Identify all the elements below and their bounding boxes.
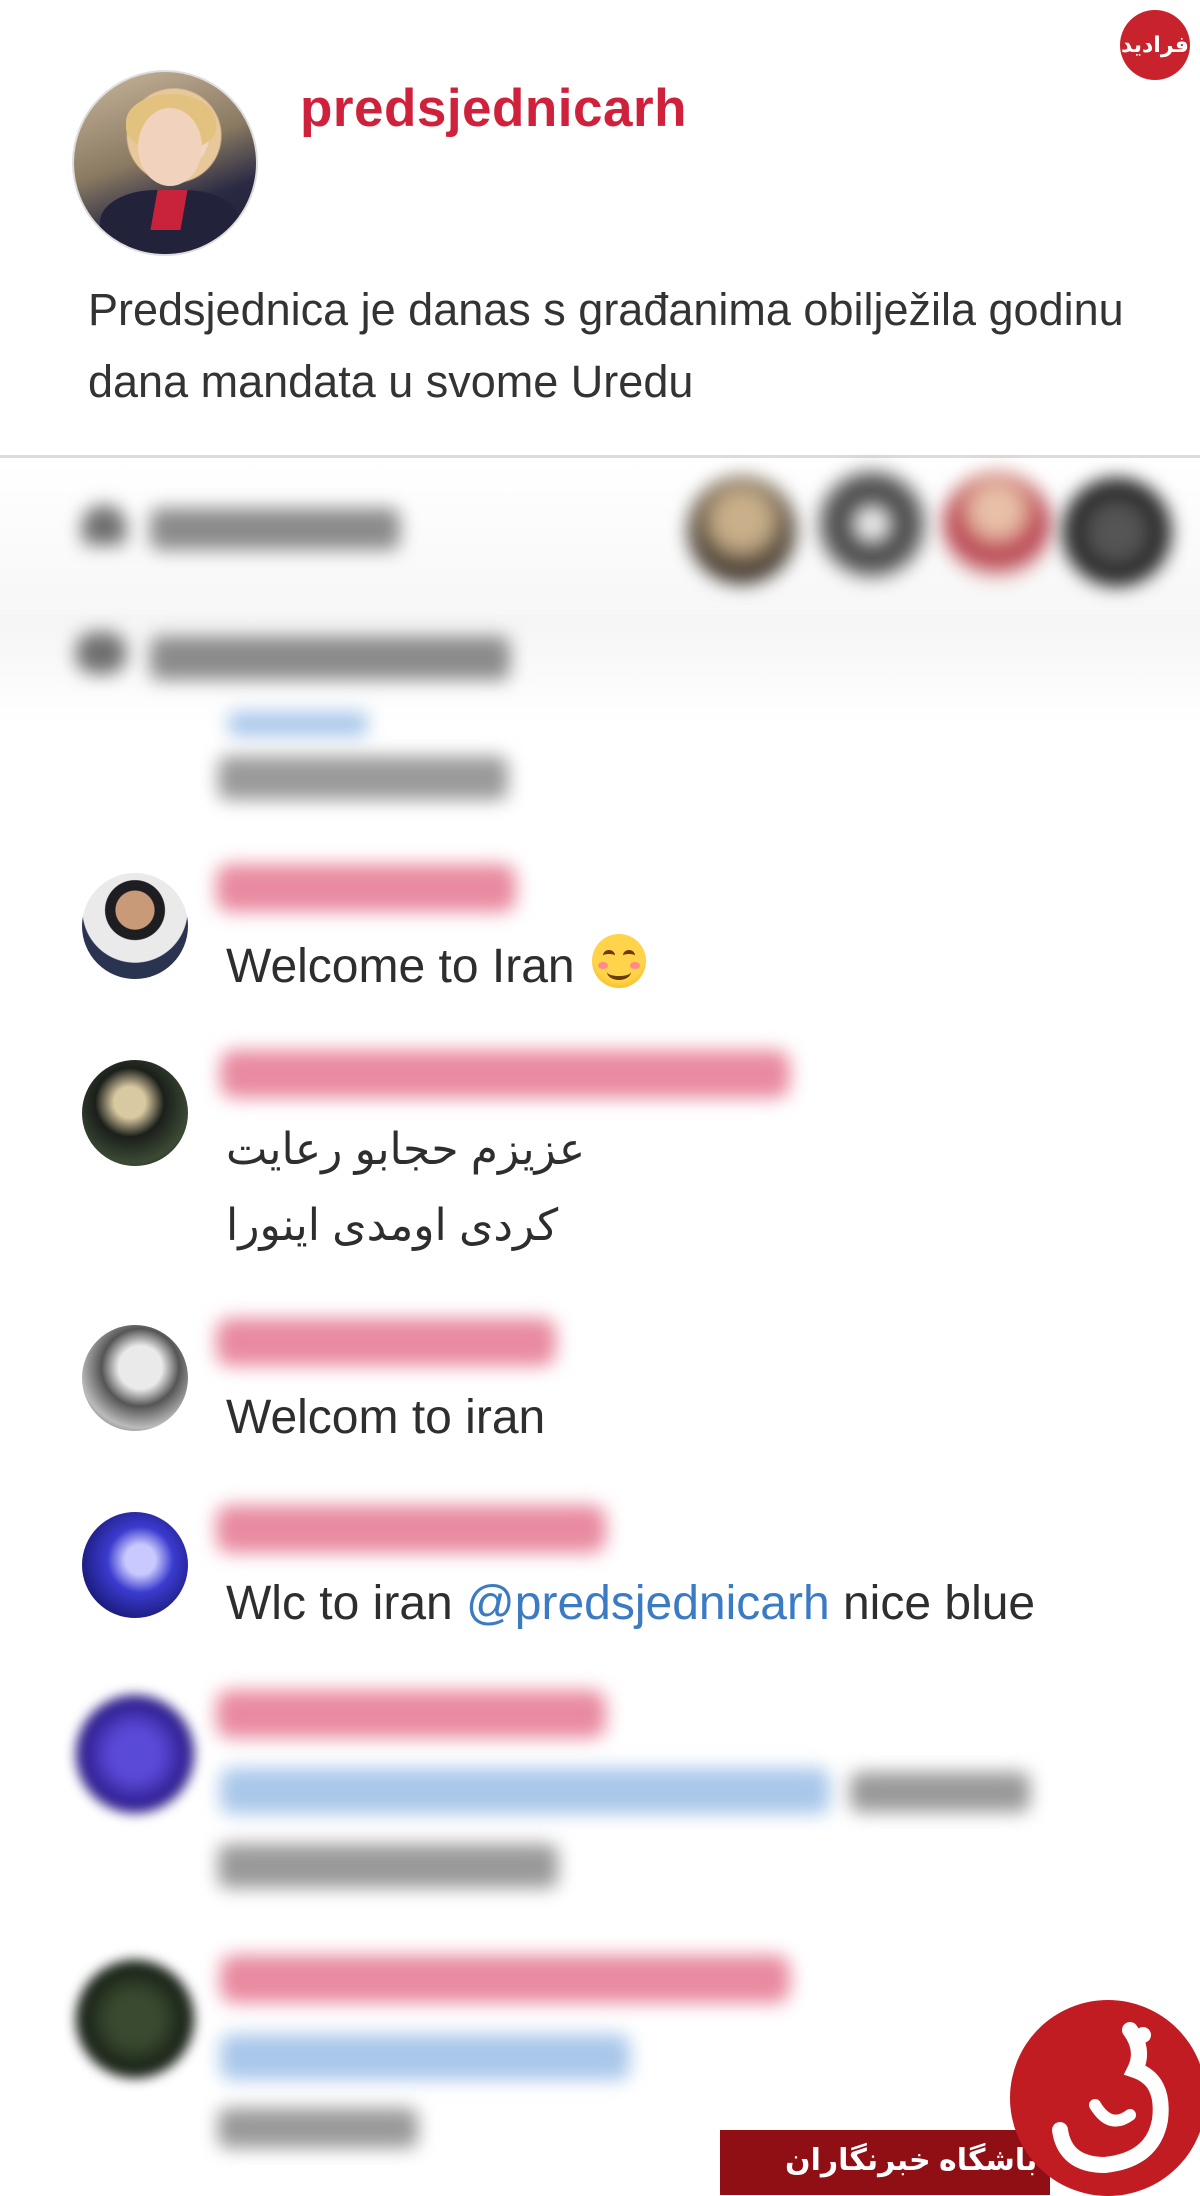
- faradid-logo: فرادید: [1120, 10, 1190, 80]
- comment-text-content: Welcome to Iran: [226, 940, 575, 993]
- comment-icon[interactable]: [76, 632, 126, 674]
- comment-text: Wlc to iran @predsjednicarh nice blue: [226, 1576, 1035, 1631]
- divider: [0, 455, 1200, 458]
- comment-text: Welcome to Iran: [226, 934, 646, 994]
- post-username[interactable]: predsjednicarh: [300, 78, 687, 139]
- blurred-link: [228, 712, 368, 736]
- commenter-avatar[interactable]: [76, 1695, 194, 1813]
- commenter-avatar[interactable]: [82, 1060, 188, 1166]
- heart-icon[interactable]: [82, 505, 126, 545]
- comment-text-line-2: کردی اومدی اینورا: [226, 1201, 559, 1250]
- commenter-username[interactable]: [216, 1505, 606, 1553]
- commenter-username[interactable]: [216, 1690, 606, 1738]
- post-caption: Predsjednica je danas s građanima obilje…: [88, 284, 1124, 407]
- commenter-avatar[interactable]: [82, 873, 188, 979]
- liker-avatar[interactable]: [688, 476, 796, 584]
- watermark-banner-text: باشگاه خبرنگاران: [785, 2144, 1038, 2177]
- blurred-comment-text: [850, 1772, 1030, 1812]
- commenter-username[interactable]: [220, 1050, 790, 1098]
- liker-avatar[interactable]: [1063, 478, 1171, 586]
- commenter-username[interactable]: [216, 1318, 556, 1366]
- liker-avatar[interactable]: [818, 470, 926, 578]
- comment-text-suffix: nice blue: [829, 1577, 1036, 1630]
- blurred-comment-text: [218, 2108, 418, 2148]
- blurred-mention[interactable]: [220, 2034, 630, 2080]
- blurred-comment-text: [218, 1844, 558, 1888]
- liker-avatar[interactable]: [943, 472, 1051, 580]
- commenter-avatar[interactable]: [82, 1512, 188, 1618]
- comment-text: Welcom to iran: [226, 1391, 546, 1444]
- watermark-emblem-glyph-icon: [1052, 2022, 1169, 2174]
- comment-text-prefix: Wlc to iran: [226, 1577, 467, 1630]
- profile-avatar[interactable]: [72, 70, 258, 256]
- likes-count[interactable]: [150, 508, 400, 550]
- blurred-comment-text: [218, 756, 508, 800]
- comment-text-line-1: عزیزم حجابو رعایت: [226, 1125, 586, 1174]
- commenter-username[interactable]: [220, 1955, 790, 2003]
- comments-count[interactable]: [150, 636, 510, 680]
- blurred-mention[interactable]: [220, 1768, 830, 1814]
- smiling-face-emoji-icon: [591, 934, 646, 988]
- commenter-username[interactable]: [216, 864, 516, 912]
- commenter-avatar[interactable]: [82, 1325, 188, 1431]
- mention-link[interactable]: @predsjednicarh: [466, 1577, 830, 1630]
- faradid-logo-text: فرادید: [1121, 32, 1189, 57]
- commenter-avatar[interactable]: [76, 1960, 194, 2078]
